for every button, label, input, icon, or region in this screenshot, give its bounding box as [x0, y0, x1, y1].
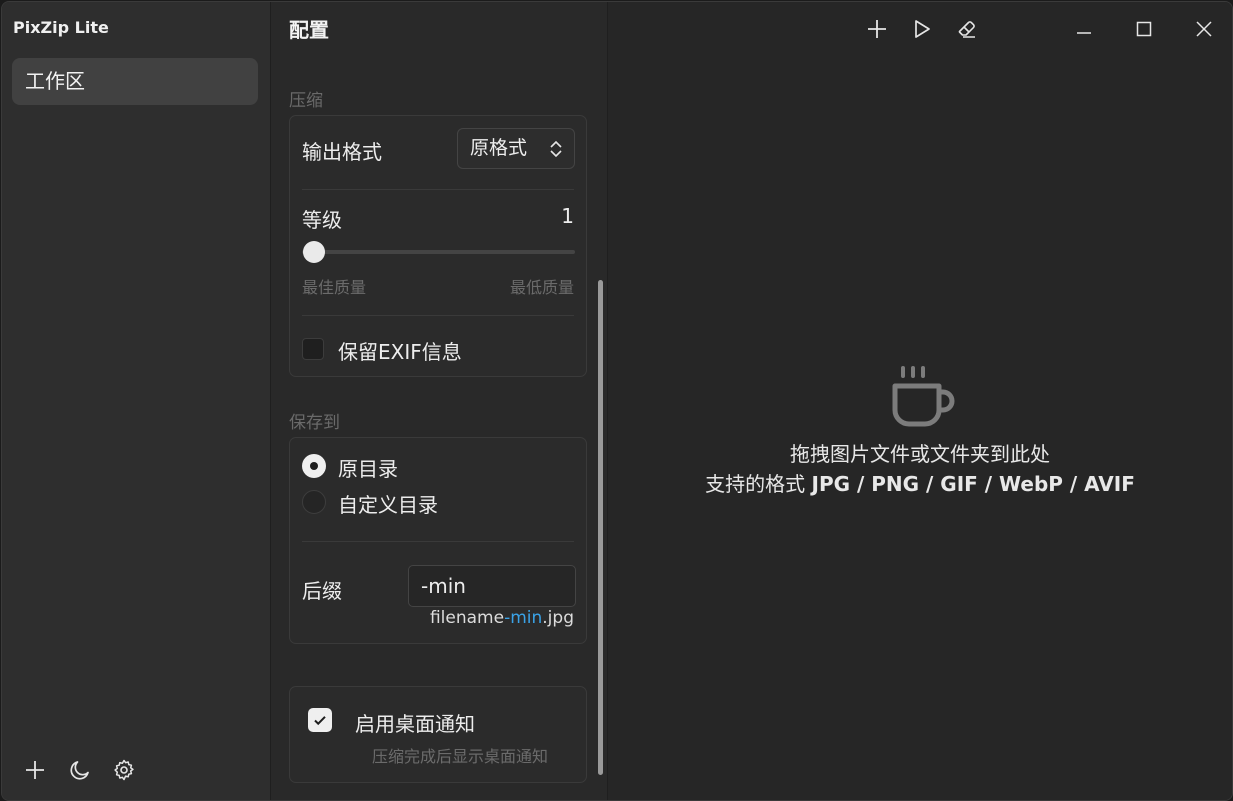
- config-title: 配置: [289, 18, 329, 42]
- level-value: 1: [561, 204, 574, 228]
- notify-checkbox[interactable]: [308, 708, 332, 732]
- preview-ext: .jpg: [542, 608, 574, 628]
- formats-prefix: 支持的格式: [705, 472, 806, 496]
- sidebar-item-workspace[interactable]: 工作区: [12, 58, 258, 105]
- suffix-input[interactable]: -min: [408, 565, 576, 607]
- plus-icon: [868, 20, 886, 38]
- notify-label: 启用桌面通知: [355, 712, 475, 736]
- app-window: PixZip Lite 工作区 配置 压缩 输出格式 原格式 等级 1 最佳质量…: [1, 1, 1233, 801]
- option-custom-dir-label: 自定义目录: [338, 493, 438, 517]
- add-files-button[interactable]: [864, 16, 890, 42]
- settings-button[interactable]: [110, 756, 138, 784]
- config-panel: 配置 压缩 输出格式 原格式 等级 1 最佳质量 最低质量 保留EXIF信息 保…: [271, 2, 608, 800]
- preview-base: filename: [429, 608, 505, 628]
- drop-hint: 拖拽图片文件或文件夹到此处: [790, 442, 1050, 466]
- section-label-compress: 压缩: [289, 91, 323, 111]
- theme-toggle-button[interactable]: [66, 756, 94, 784]
- close-icon: [1196, 21, 1212, 37]
- main-drop-area[interactable]: 拖拽图片文件或文件夹到此处 支持的格式 JPG / PNG / GIF / We…: [608, 2, 1232, 800]
- output-format-label: 输出格式: [302, 140, 382, 164]
- maximize-icon: [1136, 21, 1152, 37]
- close-button[interactable]: [1191, 16, 1217, 42]
- maximize-button[interactable]: [1131, 16, 1157, 42]
- clear-button[interactable]: [954, 16, 980, 42]
- minimize-icon: [1077, 32, 1091, 34]
- gear-icon: [114, 759, 134, 781]
- divider: [302, 189, 574, 190]
- level-label: 等级: [302, 208, 342, 232]
- minimize-button[interactable]: [1071, 16, 1097, 42]
- level-slider-track[interactable]: [302, 250, 575, 254]
- coffee-cup-icon: [892, 366, 955, 427]
- divider: [302, 541, 574, 542]
- save-to-card: 原目录 自定义目录 后缀 -min filename-min.jpg: [289, 437, 587, 644]
- keep-exif-checkbox[interactable]: [302, 338, 324, 360]
- section-label-save-to: 保存到: [289, 413, 340, 433]
- slider-min-label: 最佳质量: [302, 278, 367, 297]
- level-slider-thumb[interactable]: [303, 241, 325, 263]
- radio-original-dir[interactable]: [302, 454, 326, 478]
- play-icon: [915, 20, 930, 38]
- sidebar: PixZip Lite 工作区: [2, 2, 271, 800]
- divider: [302, 315, 574, 316]
- app-title: PixZip Lite: [13, 18, 109, 37]
- notify-hint: 压缩完成后显示桌面通知: [372, 747, 549, 766]
- formats-list: JPG / PNG / GIF / WebP / AVIF: [811, 472, 1135, 496]
- output-format-value: 原格式: [470, 137, 528, 159]
- option-original-dir-label: 原目录: [338, 457, 398, 481]
- preview-suffix: -min: [504, 608, 543, 628]
- compress-card: 输出格式 原格式 等级 1 最佳质量 最低质量 保留EXIF信息: [289, 115, 587, 377]
- start-button[interactable]: [909, 16, 935, 42]
- chevron-updown-icon: [550, 140, 562, 158]
- moon-icon: [70, 761, 89, 780]
- add-button[interactable]: [21, 756, 49, 784]
- output-format-select[interactable]: 原格式: [457, 128, 575, 169]
- suffix-label: 后缀: [302, 579, 342, 603]
- keep-exif-label: 保留EXIF信息: [338, 340, 462, 364]
- filename-preview: filename-min.jpg: [430, 608, 574, 628]
- supported-formats: 支持的格式 JPG / PNG / GIF / WebP / AVIF: [608, 468, 1232, 497]
- check-icon: [314, 716, 326, 726]
- plus-icon: [26, 761, 44, 779]
- eraser-icon: [958, 21, 975, 38]
- notify-card: 启用桌面通知 压缩完成后显示桌面通知: [289, 686, 587, 783]
- config-scrollbar[interactable]: [598, 280, 603, 775]
- radio-custom-dir[interactable]: [302, 490, 326, 514]
- slider-max-label: 最低质量: [509, 278, 574, 297]
